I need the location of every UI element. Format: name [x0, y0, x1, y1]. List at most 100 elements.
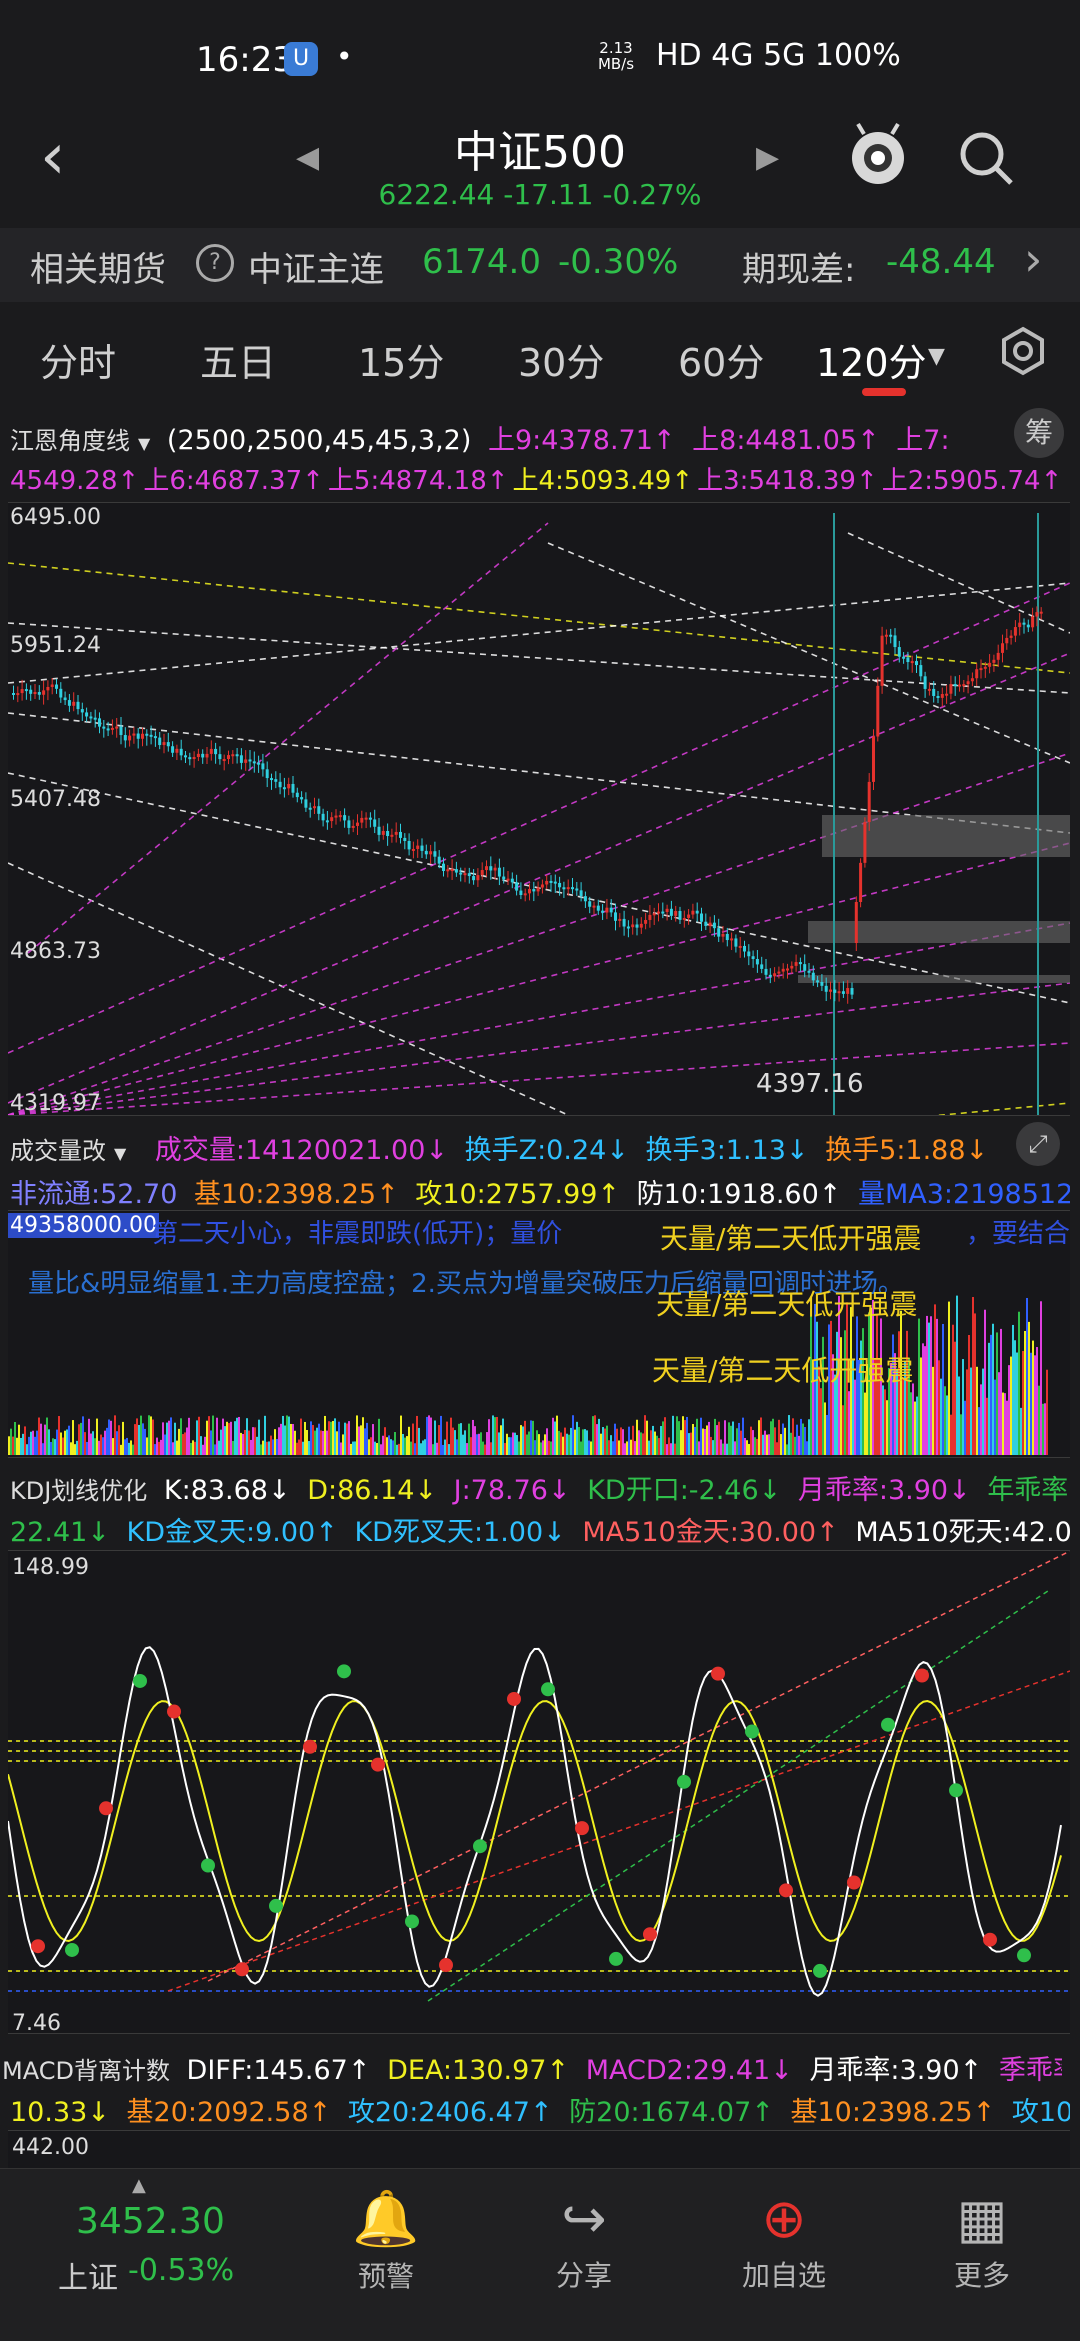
- volume-bar: [232, 1440, 234, 1455]
- volume-bar: [970, 1367, 972, 1455]
- chevron-right-icon[interactable]: ›: [1024, 232, 1042, 286]
- candle: [218, 754, 222, 760]
- indicator-name[interactable]: 江恩角度线: [10, 427, 130, 455]
- volume-bar: [456, 1439, 458, 1455]
- candle: [20, 689, 24, 694]
- mascot-icon[interactable]: [846, 120, 910, 190]
- candle: [166, 742, 170, 747]
- volume-bar: [948, 1301, 950, 1455]
- kdj-lines[interactable]: [8, 1551, 1070, 2033]
- nav-share[interactable]: ↪ 分享: [514, 2187, 654, 2294]
- volume-bar: [1016, 1352, 1018, 1455]
- base20: 基20:2092.58↑: [126, 2097, 332, 2128]
- price-chart[interactable]: 6495.00 5951.24 5407.48 4863.73 4319.97 …: [8, 502, 1070, 1116]
- tab-120min[interactable]: 120分: [816, 332, 927, 387]
- volume-bar: [980, 1384, 982, 1455]
- volume-bar: [658, 1438, 660, 1455]
- chip-badge[interactable]: 筹: [1014, 408, 1064, 458]
- volume-indicator-name[interactable]: 成交量改: [10, 1137, 106, 1165]
- volume-bar: [294, 1430, 296, 1455]
- volume-bar: [20, 1437, 22, 1455]
- next-stock-icon[interactable]: ▶: [756, 140, 779, 175]
- volume-chart[interactable]: 49358000.00 第二天小心，非震即跌(低开)；量价 ，要结合 量比&明显…: [8, 1210, 1070, 1458]
- volume-bar: [282, 1415, 284, 1455]
- gann-up5: 上5:4874.18↑: [327, 466, 509, 496]
- volume-bar: [162, 1422, 164, 1455]
- candle: [545, 880, 549, 885]
- candle: [321, 813, 325, 821]
- candle: [368, 817, 372, 820]
- futures-price: 6174.0: [422, 242, 541, 282]
- candle: [884, 634, 888, 637]
- volume-bar: [602, 1427, 604, 1455]
- gann-info-line1: 江恩角度线 ▼ (2500,2500,45,45,3,2) 上9:4378.71↑…: [10, 425, 950, 456]
- volume-bar: [760, 1417, 762, 1455]
- year-bias-label: 年乖率:: [987, 1475, 1070, 1506]
- volume-bar: [178, 1428, 180, 1455]
- volume-bar: [600, 1433, 602, 1455]
- nav-more[interactable]: ▦ 更多: [912, 2187, 1052, 2294]
- candle: [136, 733, 140, 739]
- volume-bar: [806, 1441, 808, 1455]
- bell-icon: 🔔: [352, 2187, 420, 2250]
- kdj-chart[interactable]: 148.99 7.46: [8, 1550, 1070, 2036]
- candle: [420, 845, 424, 851]
- kdj-signal-marker: [133, 1673, 147, 1688]
- volume-bar: [620, 1427, 622, 1455]
- candlestick-chart[interactable]: [8, 503, 1070, 1115]
- candle: [1031, 616, 1035, 628]
- gann-line: [8, 922, 1070, 1115]
- volume-bar: [268, 1441, 270, 1455]
- help-icon[interactable]: ?: [196, 244, 234, 282]
- tab-wuri[interactable]: 五日: [200, 332, 276, 387]
- bottom-bar: ▲ 3452.30 上证 -0.53% 🔔 预警 ↪ 分享 ⊕ 加自选 ▦ 更多: [0, 2168, 1080, 2341]
- volume-bar: [248, 1430, 250, 1455]
- sh-index-price[interactable]: 3452.30: [76, 2201, 225, 2242]
- volume-bar: [164, 1434, 166, 1455]
- macd-chart[interactable]: 442.00: [8, 2130, 1070, 2171]
- volume-bar: [130, 1440, 132, 1455]
- volume-bar: [318, 1423, 320, 1455]
- dropdown-icon[interactable]: ▼: [928, 344, 945, 369]
- volume-bar: [922, 1343, 924, 1455]
- volume-bar: [290, 1423, 292, 1455]
- candle: [992, 659, 996, 663]
- volume-bar: [200, 1436, 202, 1455]
- tab-15min[interactable]: 15分: [358, 332, 444, 387]
- candle: [123, 735, 127, 741]
- volume-bar: [1044, 1403, 1046, 1455]
- volume-bar: [240, 1432, 242, 1455]
- candle: [476, 875, 480, 881]
- volume-bar: [782, 1423, 784, 1455]
- macd-axis-top: 442.00: [12, 2135, 89, 2160]
- volume-bar: [804, 1427, 806, 1455]
- settings-icon[interactable]: [998, 326, 1048, 376]
- volume-bar: [770, 1421, 772, 1455]
- futures-bar[interactable]: 相关期货 ? 中证主连 6174.0 -0.30% 期现差: -48.44 ›: [0, 228, 1080, 302]
- volume-bar: [236, 1417, 238, 1455]
- tab-60min[interactable]: 60分: [678, 332, 764, 387]
- candle: [777, 971, 781, 974]
- search-icon[interactable]: [956, 128, 1016, 188]
- candle: [631, 924, 635, 928]
- kdj-k: K:83.68↓: [163, 1475, 291, 1506]
- kdj-indicator-name[interactable]: KDJ划线优化: [10, 1477, 147, 1505]
- volume-bar: [476, 1434, 478, 1455]
- volume-bar: [432, 1444, 434, 1455]
- volume-bar: [412, 1423, 414, 1455]
- volume-bar: [8, 1436, 10, 1455]
- tab-fenshi[interactable]: 分时: [40, 332, 116, 387]
- nav-share-label: 分享: [555, 2259, 612, 2292]
- expand-icon[interactable]: ⤢: [1016, 1122, 1060, 1166]
- ma510-golden-days: MA510金天:30.00↑: [582, 1517, 839, 1548]
- nav-alert[interactable]: 🔔 预警: [316, 2187, 456, 2295]
- tab-30min[interactable]: 30分: [518, 332, 604, 387]
- macd-indicator-name[interactable]: MACD背离计数: [2, 2057, 170, 2085]
- expand-up-icon[interactable]: ▲: [132, 2175, 146, 2196]
- nav-add-watchlist[interactable]: ⊕ 加自选: [714, 2187, 854, 2294]
- volume-bar: [332, 1421, 334, 1455]
- volume-bar: [254, 1427, 256, 1455]
- futures-name: 中证主连: [248, 250, 384, 290]
- candle: [983, 666, 987, 669]
- turnover-5: 换手5:1.88↓: [825, 1135, 989, 1166]
